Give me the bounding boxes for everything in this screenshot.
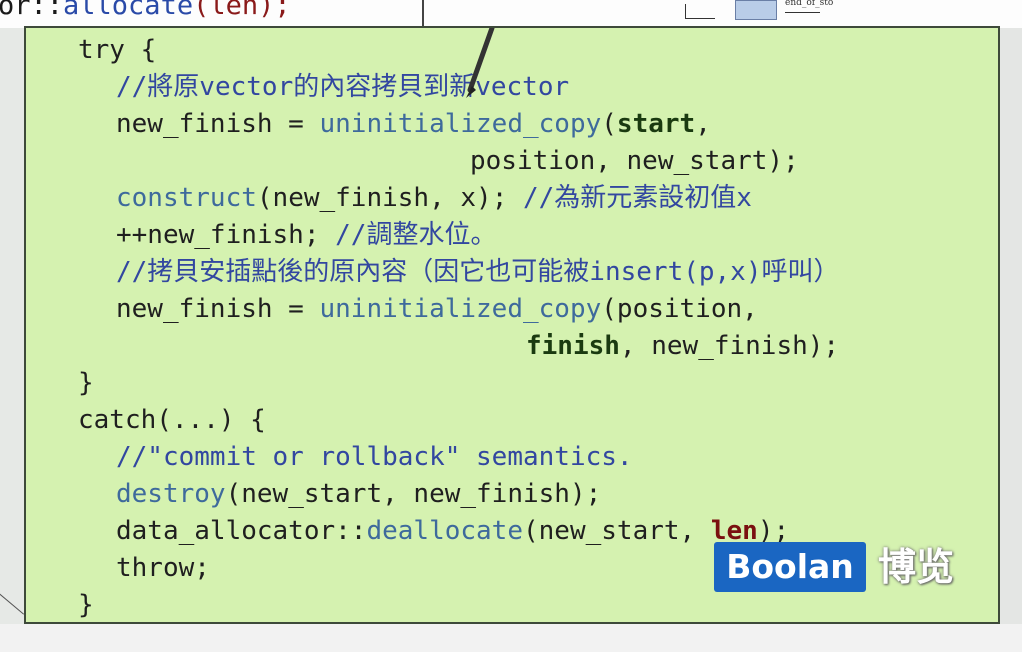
diagram-label: end_of_sto: [785, 0, 834, 8]
code-text: data_allocator::: [116, 516, 367, 546]
diagram-line: [685, 18, 715, 19]
left-diagram-fragment: [0, 582, 26, 622]
code-line: new_finish = uninitialized_copy(start,: [78, 106, 840, 143]
code-line: //將原vector的內容拷貝到新vector: [78, 69, 840, 106]
watermark-logo: Boolan 博览: [714, 542, 976, 594]
code-line: //拷貝安插點後的原內容（因它也可能被insert(p,x)呼叫）: [78, 254, 840, 291]
code-text: catch(...) {: [78, 405, 266, 435]
code-text: }: [78, 590, 94, 620]
code-line: //"commit or rollback" semantics.: [78, 439, 840, 476]
top-strip: or::allocate(len); end_of_sto: [0, 0, 1022, 29]
code-text: (new_start,: [523, 516, 711, 546]
bottom-bar: [0, 624, 1022, 652]
code-bold: start: [616, 109, 696, 139]
logo-badge-text: Boolan: [726, 547, 854, 586]
code-line: try {: [78, 32, 840, 69]
code-text: ++new_finish;: [116, 220, 336, 250]
previous-code-line: or::allocate(len);: [0, 0, 291, 21]
code-line: finish, new_finish);: [78, 328, 840, 365]
code-args: (len);: [193, 0, 291, 21]
code-text: throw;: [116, 553, 210, 583]
code-text: , new_finish);: [619, 331, 840, 361]
code-prefix: or::: [0, 0, 64, 21]
code-text: new_finish =: [116, 109, 320, 139]
code-line: destroy(new_start, new_finish);: [78, 476, 840, 513]
code-text: (: [601, 109, 617, 139]
code-text: ,: [695, 109, 711, 139]
code-line: ++new_finish; //調整水位。: [78, 217, 840, 254]
code-line: catch(...) {: [78, 402, 840, 439]
logo-cn-text: 博览: [878, 545, 955, 589]
code-text: (new_finish, x);: [256, 183, 523, 213]
diagram-arrow: [785, 12, 820, 13]
code-text: }: [78, 368, 94, 398]
code-function: deallocate: [366, 516, 523, 546]
code-line: construct(new_finish, x); //為新元素設初值x: [78, 180, 840, 217]
code-block: try { //將原vector的內容拷貝到新vector new_finish…: [78, 32, 840, 622]
left-margin: [0, 28, 24, 628]
code-function: construct: [116, 183, 257, 213]
code-line: }: [78, 365, 840, 402]
code-comment: //為新元素設初值x: [523, 183, 752, 213]
code-text: new_finish =: [116, 294, 320, 324]
code-text: position, new_start);: [470, 146, 799, 176]
code-text: (position,: [601, 294, 758, 324]
code-comment: //"commit or rollback" semantics.: [116, 442, 633, 472]
code-function: uninitialized_copy: [319, 294, 602, 324]
code-fn: allocate: [63, 0, 194, 21]
code-comment: //拷貝安插點後的原內容（因它也可能被insert(p,x)呼叫）: [116, 257, 840, 287]
code-comment: //調整水位。: [335, 220, 497, 250]
try-keyword: try {: [78, 35, 157, 65]
code-text: (new_start, new_finish);: [225, 479, 602, 509]
code-function: destroy: [116, 479, 226, 509]
diagram-box: [735, 0, 777, 20]
diagram-line-fragment: [0, 592, 25, 615]
pen-pointer-icon: [466, 28, 495, 98]
code-line: new_finish = uninitialized_copy(position…: [78, 291, 840, 328]
right-margin: [998, 28, 1022, 628]
diagram-tick: [685, 4, 686, 18]
code-slide: try { //將原vector的內容拷貝到新vector new_finish…: [24, 26, 1000, 624]
code-function: uninitialized_copy: [319, 109, 602, 139]
code-bold: finish: [526, 331, 620, 361]
panel-divider: [422, 0, 424, 28]
memory-diagram: end_of_sto: [665, 0, 865, 22]
code-line: position, new_start);: [78, 143, 840, 180]
code-comment: //將原vector的內容拷貝到新vector: [116, 72, 570, 102]
